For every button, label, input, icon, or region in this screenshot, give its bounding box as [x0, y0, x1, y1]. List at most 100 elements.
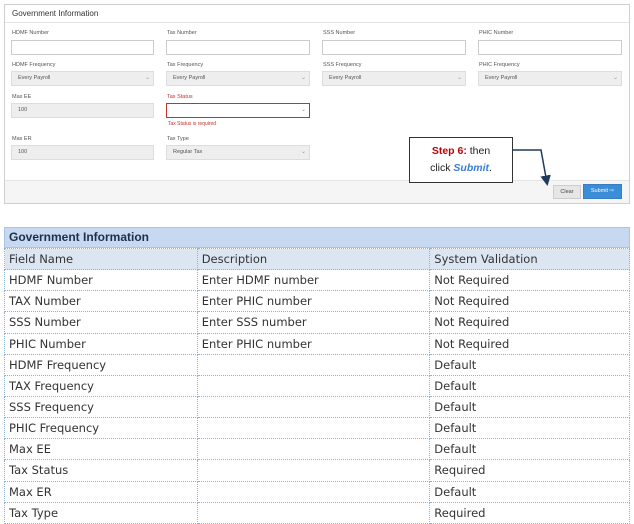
- clear-button[interactable]: Clear: [553, 185, 581, 199]
- cell-field-name: Max EE: [4, 438, 198, 461]
- step-callout: Step 6: then click Submit.: [409, 137, 513, 183]
- sss-frequency-label: SSS Frequency: [323, 62, 362, 68]
- cell-description: Enter HDMF number: [196, 269, 431, 292]
- sss-frequency-select[interactable]: Every Payroll ⌄: [322, 71, 466, 86]
- chevron-down-icon: ⌄: [300, 75, 306, 81]
- callout-period: .: [489, 162, 492, 174]
- header-field-name: Field Name: [4, 247, 198, 271]
- header-description: Description: [196, 247, 431, 271]
- table-row: HDMF Frequency Default: [4, 353, 630, 376]
- table-title: Government Information: [4, 227, 630, 248]
- cell-description: [196, 501, 431, 524]
- table-row: HDMF Number Enter HDMF number Not Required: [4, 269, 630, 292]
- tax-frequency-select[interactable]: Every Payroll ⌄: [166, 71, 310, 86]
- tax-status-select[interactable]: ⌄: [166, 103, 310, 118]
- table-row: Tax Type Required: [4, 501, 630, 524]
- cell-description: Enter PHIC number: [196, 332, 431, 355]
- phic-frequency-select[interactable]: Every Payroll ⌄: [478, 71, 622, 86]
- hdmf-frequency-value: Every Payroll: [18, 75, 51, 81]
- cell-description: Enter SSS number: [196, 311, 431, 334]
- callout-then: then: [466, 145, 491, 157]
- max-er-input[interactable]: 100: [11, 145, 154, 160]
- cell-field-name: Tax Status: [4, 459, 198, 482]
- max-er-label: Max ER: [12, 136, 32, 142]
- cell-field-name: HDMF Frequency: [4, 353, 198, 376]
- cell-field-name: PHIC Frequency: [4, 417, 198, 440]
- field-validation-table: Field Name Description System Validation…: [4, 247, 630, 524]
- tax-type-value: Regular Tax: [173, 149, 203, 155]
- table-row: PHIC Number Enter PHIC number Not Required: [4, 332, 630, 355]
- submit-button[interactable]: Submit ⇨: [583, 184, 622, 199]
- cell-field-name: TAX Number: [4, 290, 198, 313]
- tax-type-label: Tax Type: [167, 136, 189, 142]
- tax-number-input[interactable]: [166, 40, 310, 55]
- sss-number-label: SSS Number: [323, 30, 356, 36]
- phic-frequency-label: PHIC Frequency: [479, 62, 520, 68]
- cell-description: [196, 459, 431, 482]
- table-row: TAX Frequency Default: [4, 374, 630, 397]
- cell-description: [196, 374, 431, 397]
- table-row: Max EE Default: [4, 438, 630, 461]
- cell-validation: Default: [429, 374, 630, 397]
- table-row: TAX Number Enter PHIC number Not Required: [4, 290, 630, 313]
- cell-description: [196, 417, 431, 440]
- cell-description: Enter PHIC number: [196, 290, 431, 313]
- cell-validation: Default: [429, 353, 630, 376]
- cell-field-name: PHIC Number: [4, 332, 198, 355]
- panel-title: Government Information: [12, 9, 99, 18]
- max-ee-input[interactable]: 100: [11, 103, 154, 118]
- cell-field-name: TAX Frequency: [4, 374, 198, 397]
- cell-validation: Default: [429, 480, 630, 503]
- sss-frequency-value: Every Payroll: [329, 75, 362, 81]
- tax-status-label: Tax Status: [167, 94, 193, 100]
- table-row: SSS Frequency Default: [4, 395, 630, 419]
- panel-divider: [5, 22, 629, 23]
- callout-line-2: click Submit.: [410, 160, 512, 177]
- cell-description: [196, 438, 431, 461]
- chevron-down-icon: ⌄: [300, 149, 306, 155]
- chevron-down-icon: ⌄: [144, 75, 150, 81]
- tax-frequency-label: Tax Frequency: [167, 62, 204, 68]
- header-system-validation: System Validation: [429, 247, 630, 271]
- cell-field-name: SSS Number: [4, 311, 198, 334]
- callout-line-1: Step 6: then: [410, 143, 512, 160]
- cell-validation: Not Required: [429, 290, 630, 313]
- cell-description: [196, 480, 431, 503]
- cell-field-name: Max ER: [4, 480, 198, 503]
- cell-validation: Default: [429, 395, 630, 419]
- callout-submit: Submit: [453, 162, 489, 174]
- cell-description: [196, 395, 431, 419]
- cell-validation: Not Required: [429, 269, 630, 292]
- cell-field-name: HDMF Number: [4, 269, 198, 292]
- callout-click: click: [430, 162, 454, 174]
- tax-status-error: Tax Status is required: [168, 121, 217, 127]
- cell-validation: Required: [429, 501, 630, 524]
- phic-frequency-value: Every Payroll: [485, 75, 518, 81]
- cell-description: [196, 353, 431, 376]
- cell-validation: Default: [429, 417, 630, 440]
- table-row: SSS Number Enter SSS number Not Required: [4, 311, 630, 334]
- panel-footer: [5, 180, 629, 203]
- cell-field-name: SSS Frequency: [4, 395, 198, 419]
- hdmf-number-input[interactable]: [11, 40, 154, 55]
- hdmf-number-label: HDMF Number: [12, 30, 49, 36]
- tax-number-label: Tax Number: [167, 30, 197, 36]
- cell-field-name: Tax Type: [4, 501, 198, 524]
- table-row: Tax Status Required: [4, 459, 630, 482]
- max-ee-label: Max EE: [12, 94, 32, 100]
- chevron-down-icon: ⌄: [300, 107, 306, 113]
- table-header-row: Field Name Description System Validation: [4, 247, 630, 271]
- cell-validation: Default: [429, 438, 630, 461]
- chevron-down-icon: ⌄: [456, 75, 462, 81]
- phic-number-label: PHIC Number: [479, 30, 514, 36]
- tax-type-select[interactable]: Regular Tax ⌄: [166, 145, 310, 160]
- sss-number-input[interactable]: [322, 40, 466, 55]
- tax-frequency-value: Every Payroll: [173, 75, 206, 81]
- cell-validation: Not Required: [429, 332, 630, 355]
- hdmf-frequency-select[interactable]: Every Payroll ⌄: [11, 71, 154, 86]
- phic-number-input[interactable]: [478, 40, 622, 55]
- callout-step: Step 6:: [431, 145, 467, 157]
- table-row: Max ER Default: [4, 480, 630, 503]
- cell-validation: Not Required: [429, 311, 630, 334]
- table-row: PHIC Frequency Default: [4, 417, 630, 440]
